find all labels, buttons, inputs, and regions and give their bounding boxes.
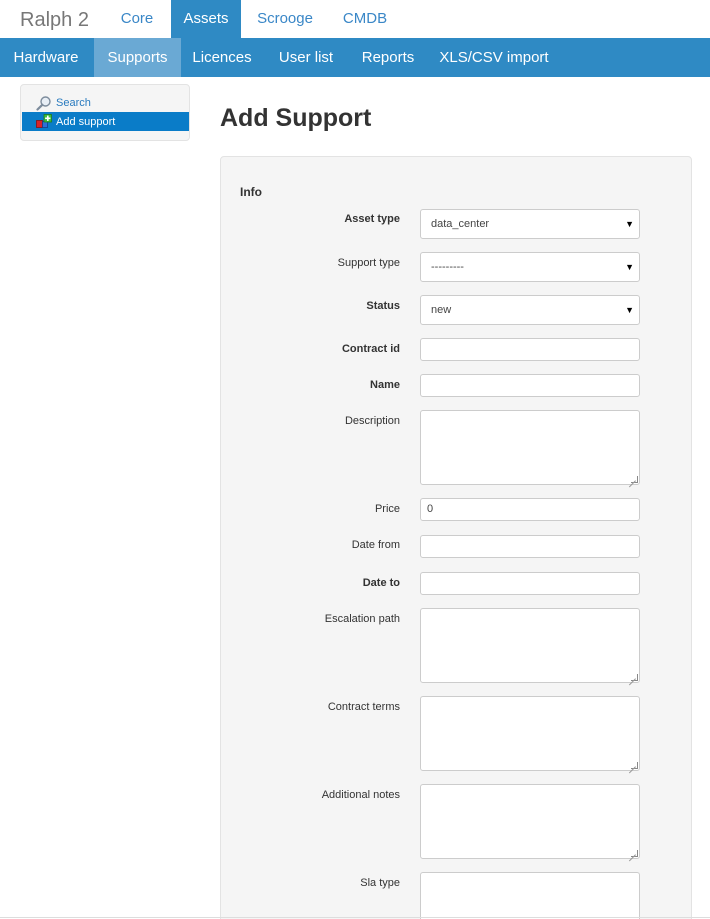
description-label: Description xyxy=(344,415,400,427)
additional-notes-textarea[interactable] xyxy=(420,784,640,859)
tab-scrooge[interactable]: Scrooge xyxy=(248,0,322,38)
fieldset-legend: Info xyxy=(240,185,262,199)
additional-notes-label: Additional notes xyxy=(321,789,400,801)
add-blocks-icon xyxy=(36,113,52,130)
asset-type-label: Asset type xyxy=(344,213,400,225)
support-type-select[interactable]: --------- ▼ xyxy=(420,252,640,282)
tab-core[interactable]: Core xyxy=(106,0,168,38)
page-title: Add Support xyxy=(220,104,372,132)
sub-navbar: Hardware Supports Licences User list Rep… xyxy=(0,38,710,77)
dropdown-arrow-icon: ▼ xyxy=(625,262,634,272)
status-select[interactable]: new ▼ xyxy=(420,295,640,325)
contract-terms-textarea[interactable] xyxy=(420,696,640,771)
sla-type-label: Sla type xyxy=(360,877,400,889)
dropdown-arrow-icon: ▼ xyxy=(625,305,634,315)
subtab-supports[interactable]: Supports xyxy=(94,38,181,77)
magnifier-icon xyxy=(36,95,52,111)
asset-type-value: data_center xyxy=(431,218,490,230)
sidebar-item-add-support[interactable]: Add support xyxy=(22,112,189,131)
price-label: Price xyxy=(374,503,400,515)
sidebar-item-label: Search xyxy=(56,96,91,109)
name-label: Name xyxy=(370,379,400,391)
brand-logo[interactable]: Ralph 2 xyxy=(20,9,89,32)
sidebar-item-label: Add support xyxy=(56,115,116,128)
date-to-label: Date to xyxy=(362,577,400,589)
sidebar-item-search[interactable]: Search xyxy=(22,93,189,112)
contract-id-input[interactable] xyxy=(420,338,640,361)
resize-grip-icon[interactable] xyxy=(631,674,638,681)
sla-type-field[interactable] xyxy=(420,872,640,919)
tab-assets[interactable]: Assets xyxy=(171,0,241,38)
support-type-value: --------- xyxy=(431,261,464,273)
sidebar: Search Add support xyxy=(20,84,190,141)
subtab-user-list[interactable]: User list xyxy=(268,38,344,77)
subtab-hardware[interactable]: Hardware xyxy=(0,38,92,77)
resize-grip-icon[interactable] xyxy=(631,476,638,483)
escalation-path-label: Escalation path xyxy=(324,613,400,625)
subtab-xls-csv-import[interactable]: XLS/CSV import xyxy=(432,38,556,77)
status-label: Status xyxy=(366,300,400,312)
support-type-label: Support type xyxy=(337,257,400,269)
date-to-input[interactable] xyxy=(420,572,640,595)
date-from-input[interactable] xyxy=(420,535,640,558)
tab-cmdb[interactable]: CMDB xyxy=(330,0,400,38)
resize-grip-icon[interactable] xyxy=(631,850,638,857)
status-value: new xyxy=(431,304,452,316)
top-navbar: Ralph 2 Core Assets Scrooge CMDB xyxy=(0,0,710,38)
subtab-licences[interactable]: Licences xyxy=(183,38,261,77)
page-divider xyxy=(0,917,710,918)
dropdown-arrow-icon: ▼ xyxy=(625,219,634,229)
subtab-reports[interactable]: Reports xyxy=(352,38,424,77)
description-textarea[interactable] xyxy=(420,410,640,485)
asset-type-select[interactable]: data_center ▼ xyxy=(420,209,640,239)
name-input[interactable] xyxy=(420,374,640,397)
contract-terms-label: Contract terms xyxy=(327,701,400,713)
contract-id-label: Contract id xyxy=(341,343,400,355)
escalation-path-textarea[interactable] xyxy=(420,608,640,683)
price-input[interactable]: 0 xyxy=(420,498,640,521)
resize-grip-icon[interactable] xyxy=(631,762,638,769)
date-from-label: Date from xyxy=(351,539,400,551)
